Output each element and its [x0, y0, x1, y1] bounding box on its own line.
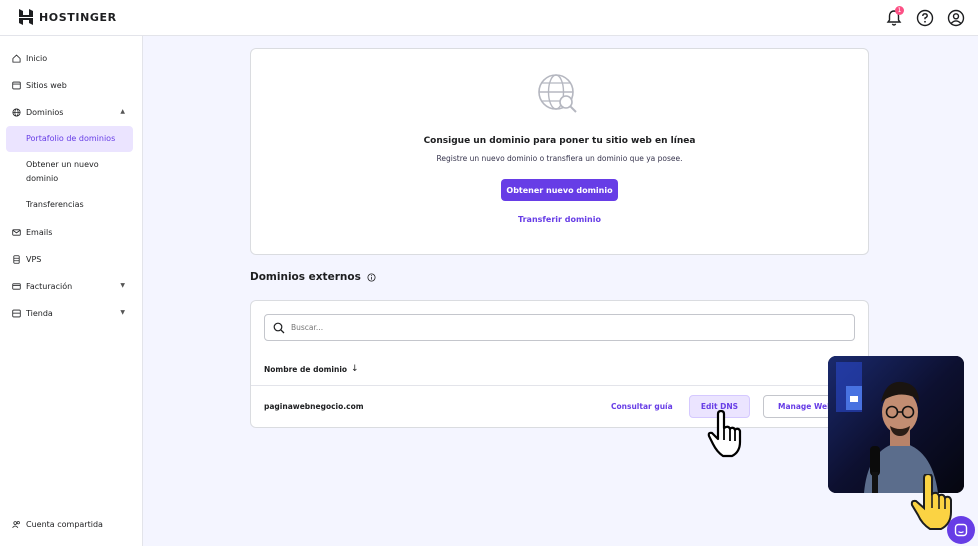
- sidebar-item-label: Tienda: [26, 308, 53, 318]
- external-domains-title: Dominios externos: [250, 271, 361, 283]
- divider: [251, 385, 868, 386]
- sidebar-item-inicio[interactable]: Inicio: [6, 45, 133, 71]
- home-icon: [12, 54, 21, 63]
- users-icon: [12, 520, 20, 528]
- help-icon[interactable]: [915, 8, 935, 28]
- sidebar-item-label: Dominios: [26, 107, 64, 117]
- transfer-domain-link[interactable]: Transferir dominio: [501, 215, 618, 224]
- browser-icon: [12, 81, 21, 89]
- sidebar-item-emails[interactable]: Emails: [6, 219, 133, 245]
- sidebar-item-portafolio-de-dominios[interactable]: Portafolio de dominios: [6, 126, 133, 152]
- consult-guide-link[interactable]: Consultar guía: [611, 402, 673, 411]
- mail-icon: [12, 228, 21, 236]
- store-icon: [12, 309, 21, 317]
- empty-state-subtitle: Registre un nuevo dominio o transfiera u…: [436, 154, 683, 163]
- sidebar-item-label: Emails: [26, 227, 53, 237]
- sidebar-item-label: Facturación: [26, 281, 73, 291]
- external-domains-card: Nombre de dominio ↓ paginawebnegocio.com…: [250, 300, 869, 428]
- domain-name: paginawebnegocio.com: [264, 402, 364, 411]
- chat-icon: [954, 523, 968, 537]
- sidebar-item-label: Cuenta compartida: [26, 519, 103, 529]
- sidebar-item-transferencias[interactable]: Transferencias: [6, 198, 133, 212]
- search-icon: [273, 322, 285, 333]
- account-icon[interactable]: [946, 8, 966, 28]
- sidebar-item-label: VPS: [26, 254, 42, 264]
- column-header-label: Nombre de dominio: [264, 364, 348, 374]
- sidebar-item-obtener-nuevo-dominio[interactable]: Obtener un nuevo dominio: [6, 158, 116, 186]
- globe-icon: [12, 107, 21, 117]
- chevron-down-icon: ▼: [120, 282, 125, 289]
- sidebar-item-sitios-web[interactable]: Sitios web: [6, 72, 133, 98]
- brand-name: HOSTINGER: [39, 10, 117, 24]
- bell-icon[interactable]: 1: [884, 6, 904, 28]
- chat-launcher-button[interactable]: [947, 516, 975, 544]
- sidebar-item-vps[interactable]: VPS: [6, 246, 133, 272]
- external-domains-heading: Dominios externos: [250, 271, 376, 283]
- sidebar-item-facturacion[interactable]: Facturación ▼: [6, 273, 133, 299]
- sidebar-item-label: Obtener un nuevo dominio: [26, 160, 99, 183]
- search-box[interactable]: [264, 314, 855, 341]
- arrow-down-icon: ↓: [351, 364, 359, 374]
- webcam-overlay: [828, 356, 964, 493]
- info-icon[interactable]: [367, 272, 376, 282]
- sidebar-item-label: Transferencias: [26, 200, 84, 209]
- sidebar: Inicio Sitios web Dominios ▲ Portafolio …: [0, 36, 143, 546]
- sidebar-item-dominios[interactable]: Dominios ▲: [6, 99, 133, 125]
- billing-icon: [12, 282, 21, 290]
- get-new-domain-button[interactable]: Obtener nuevo dominio: [501, 179, 618, 201]
- chevron-down-icon: ▼: [120, 309, 125, 316]
- hostinger-logo-icon: [19, 9, 33, 25]
- empty-state-title: Consigue un dominio para poner tu sitio …: [423, 136, 696, 146]
- get-domain-card: Consigue un dominio para poner tu sitio …: [250, 48, 869, 255]
- sidebar-item-label: Sitios web: [26, 80, 67, 90]
- presenter-video: [828, 356, 964, 493]
- notification-badge: 1: [895, 6, 904, 15]
- chevron-up-icon: ▲: [120, 108, 125, 115]
- server-icon: [13, 254, 20, 264]
- sidebar-item-label: Portafolio de dominios: [26, 134, 116, 143]
- globe-search-icon: [538, 74, 577, 113]
- top-bar: HOSTINGER 1: [0, 0, 978, 36]
- hand-cursor-icon: [707, 410, 742, 458]
- sidebar-item-cuenta-compartida[interactable]: Cuenta compartida: [6, 511, 133, 537]
- sidebar-item-label: Inicio: [26, 53, 48, 63]
- search-input[interactable]: [291, 323, 831, 332]
- column-header-domain-name[interactable]: Nombre de dominio ↓: [264, 364, 359, 374]
- hostinger-logo[interactable]: HOSTINGER: [19, 9, 117, 25]
- sidebar-item-tienda[interactable]: Tienda ▼: [6, 300, 133, 326]
